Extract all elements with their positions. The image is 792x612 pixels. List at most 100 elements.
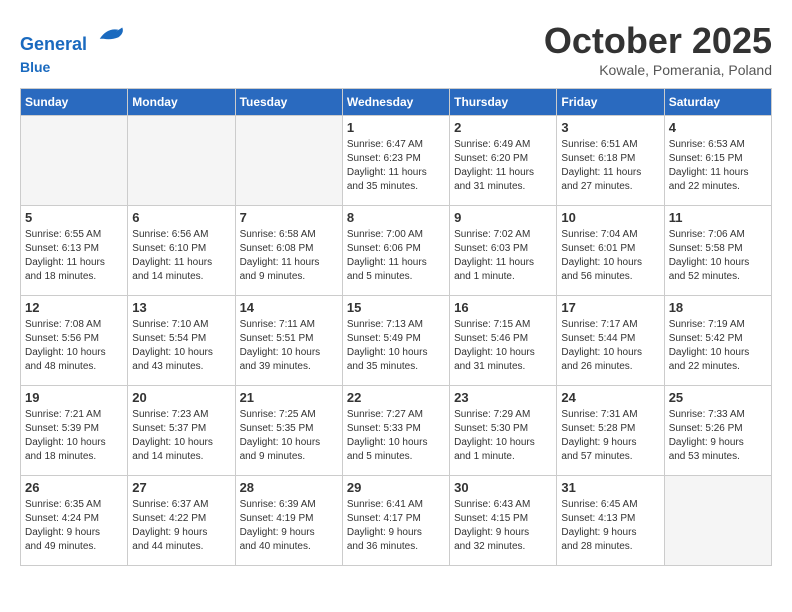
calendar-body: 1 Sunrise: 6:47 AM Sunset: 6:23 PM Daylig…	[21, 116, 772, 566]
day-info: Sunrise: 7:04 AM Sunset: 6:01 PM Dayligh…	[561, 228, 659, 284]
day-number: 30	[454, 480, 552, 495]
day-number: 14	[240, 300, 338, 315]
day-number: 29	[347, 480, 445, 495]
day-info: Sunrise: 6:37 AM Sunset: 4:22 PM Dayligh…	[132, 498, 230, 554]
day-number: 5	[25, 210, 123, 225]
day-number: 9	[454, 210, 552, 225]
day-number: 19	[25, 390, 123, 405]
day-number: 13	[132, 300, 230, 315]
day-info: Sunrise: 7:19 AM Sunset: 5:42 PM Dayligh…	[669, 318, 767, 374]
day-info: Sunrise: 6:39 AM Sunset: 4:19 PM Dayligh…	[240, 498, 338, 554]
day-number: 4	[669, 120, 767, 135]
day-info: Sunrise: 7:33 AM Sunset: 5:26 PM Dayligh…	[669, 408, 767, 464]
day-number: 20	[132, 390, 230, 405]
day-info: Sunrise: 6:53 AM Sunset: 6:15 PM Dayligh…	[669, 138, 767, 194]
day-info: Sunrise: 6:58 AM Sunset: 6:08 PM Dayligh…	[240, 228, 338, 284]
day-number: 22	[347, 390, 445, 405]
day-number: 24	[561, 390, 659, 405]
day-info: Sunrise: 7:25 AM Sunset: 5:35 PM Dayligh…	[240, 408, 338, 464]
day-info: Sunrise: 7:17 AM Sunset: 5:44 PM Dayligh…	[561, 318, 659, 374]
day-info: Sunrise: 6:56 AM Sunset: 6:10 PM Dayligh…	[132, 228, 230, 284]
day-number: 21	[240, 390, 338, 405]
day-cell: 7 Sunrise: 6:58 AM Sunset: 6:08 PM Daylig…	[235, 206, 342, 296]
day-number: 25	[669, 390, 767, 405]
day-info: Sunrise: 7:23 AM Sunset: 5:37 PM Dayligh…	[132, 408, 230, 464]
weekday-header-sunday: Sunday	[21, 89, 128, 116]
day-number: 26	[25, 480, 123, 495]
day-number: 23	[454, 390, 552, 405]
day-cell: 31 Sunrise: 6:45 AM Sunset: 4:13 PM Dayli…	[557, 476, 664, 566]
day-number: 3	[561, 120, 659, 135]
day-number: 10	[561, 210, 659, 225]
day-cell: 28 Sunrise: 6:39 AM Sunset: 4:19 PM Dayli…	[235, 476, 342, 566]
day-cell: 16 Sunrise: 7:15 AM Sunset: 5:46 PM Dayli…	[450, 296, 557, 386]
day-cell: 2 Sunrise: 6:49 AM Sunset: 6:20 PM Daylig…	[450, 116, 557, 206]
day-info: Sunrise: 6:51 AM Sunset: 6:18 PM Dayligh…	[561, 138, 659, 194]
day-info: Sunrise: 7:27 AM Sunset: 5:33 PM Dayligh…	[347, 408, 445, 464]
day-cell: 4 Sunrise: 6:53 AM Sunset: 6:15 PM Daylig…	[664, 116, 771, 206]
day-number: 18	[669, 300, 767, 315]
day-number: 16	[454, 300, 552, 315]
day-cell: 23 Sunrise: 7:29 AM Sunset: 5:30 PM Dayli…	[450, 386, 557, 476]
day-cell: 26 Sunrise: 6:35 AM Sunset: 4:24 PM Dayli…	[21, 476, 128, 566]
day-number: 2	[454, 120, 552, 135]
day-info: Sunrise: 7:06 AM Sunset: 5:58 PM Dayligh…	[669, 228, 767, 284]
weekday-header-wednesday: Wednesday	[342, 89, 449, 116]
day-number: 12	[25, 300, 123, 315]
day-number: 17	[561, 300, 659, 315]
day-cell: 6Sunrise: 6:56 AM Sunset: 6:10 PM Daylig…	[128, 206, 235, 296]
day-info: Sunrise: 6:55 AM Sunset: 6:13 PM Dayligh…	[25, 228, 123, 284]
day-cell: 19 Sunrise: 7:21 AM Sunset: 5:39 PM Dayli…	[21, 386, 128, 476]
week-row-2: 5 Sunrise: 6:55 AM Sunset: 6:13 PM Daylig…	[21, 206, 772, 296]
week-row-5: 26 Sunrise: 6:35 AM Sunset: 4:24 PM Dayli…	[21, 476, 772, 566]
day-cell: 20 Sunrise: 7:23 AM Sunset: 5:37 PM Dayli…	[128, 386, 235, 476]
day-number: 1	[347, 120, 445, 135]
day-info: Sunrise: 7:08 AM Sunset: 5:56 PM Dayligh…	[25, 318, 123, 374]
day-number: 15	[347, 300, 445, 315]
day-cell: 17 Sunrise: 7:17 AM Sunset: 5:44 PM Dayli…	[557, 296, 664, 386]
logo-general: General	[20, 34, 87, 54]
day-info: Sunrise: 6:41 AM Sunset: 4:17 PM Dayligh…	[347, 498, 445, 554]
day-cell: 1 Sunrise: 6:47 AM Sunset: 6:23 PM Daylig…	[342, 116, 449, 206]
day-cell: 8Sunrise: 7:00 AM Sunset: 6:06 PM Daylig…	[342, 206, 449, 296]
day-info: Sunrise: 6:49 AM Sunset: 6:20 PM Dayligh…	[454, 138, 552, 194]
day-info: Sunrise: 6:47 AM Sunset: 6:23 PM Dayligh…	[347, 138, 445, 194]
day-cell: 22 Sunrise: 7:27 AM Sunset: 5:33 PM Dayli…	[342, 386, 449, 476]
day-number: 7	[240, 210, 338, 225]
month-title: October 2025	[544, 20, 772, 62]
day-number: 11	[669, 210, 767, 225]
day-info: Sunrise: 7:10 AM Sunset: 5:54 PM Dayligh…	[132, 318, 230, 374]
week-row-4: 19 Sunrise: 7:21 AM Sunset: 5:39 PM Dayli…	[21, 386, 772, 476]
day-info: Sunrise: 7:31 AM Sunset: 5:28 PM Dayligh…	[561, 408, 659, 464]
day-cell: 10 Sunrise: 7:04 AM Sunset: 6:01 PM Dayli…	[557, 206, 664, 296]
day-cell: 27Sunrise: 6:37 AM Sunset: 4:22 PM Dayli…	[128, 476, 235, 566]
location-subtitle: Kowale, Pomerania, Poland	[544, 62, 772, 78]
day-info: Sunrise: 7:15 AM Sunset: 5:46 PM Dayligh…	[454, 318, 552, 374]
day-info: Sunrise: 7:29 AM Sunset: 5:30 PM Dayligh…	[454, 408, 552, 464]
logo-blue: Blue	[20, 59, 50, 75]
day-number: 31	[561, 480, 659, 495]
day-info: Sunrise: 7:21 AM Sunset: 5:39 PM Dayligh…	[25, 408, 123, 464]
day-cell: 5 Sunrise: 6:55 AM Sunset: 6:13 PM Daylig…	[21, 206, 128, 296]
day-cell: 30Sunrise: 6:43 AM Sunset: 4:15 PM Dayli…	[450, 476, 557, 566]
day-info: Sunrise: 7:13 AM Sunset: 5:49 PM Dayligh…	[347, 318, 445, 374]
day-cell: 25 Sunrise: 7:33 AM Sunset: 5:26 PM Dayli…	[664, 386, 771, 476]
calendar-table: SundayMondayTuesdayWednesdayThursdayFrid…	[20, 88, 772, 566]
day-cell	[128, 116, 235, 206]
weekday-header-row: SundayMondayTuesdayWednesdayThursdayFrid…	[21, 89, 772, 116]
logo: General Blue	[20, 20, 126, 77]
day-cell: 29 Sunrise: 6:41 AM Sunset: 4:17 PM Dayli…	[342, 476, 449, 566]
day-cell: 13 Sunrise: 7:10 AM Sunset: 5:54 PM Dayli…	[128, 296, 235, 386]
weekday-header-thursday: Thursday	[450, 89, 557, 116]
week-row-1: 1 Sunrise: 6:47 AM Sunset: 6:23 PM Daylig…	[21, 116, 772, 206]
day-info: Sunrise: 7:02 AM Sunset: 6:03 PM Dayligh…	[454, 228, 552, 284]
day-info: Sunrise: 6:35 AM Sunset: 4:24 PM Dayligh…	[25, 498, 123, 554]
day-info: Sunrise: 6:45 AM Sunset: 4:13 PM Dayligh…	[561, 498, 659, 554]
day-cell: 9 Sunrise: 7:02 AM Sunset: 6:03 PM Daylig…	[450, 206, 557, 296]
weekday-header-tuesday: Tuesday	[235, 89, 342, 116]
day-cell: 14Sunrise: 7:11 AM Sunset: 5:51 PM Dayli…	[235, 296, 342, 386]
day-info: Sunrise: 7:00 AM Sunset: 6:06 PM Dayligh…	[347, 228, 445, 284]
day-cell: 11 Sunrise: 7:06 AM Sunset: 5:58 PM Dayli…	[664, 206, 771, 296]
day-cell: 18 Sunrise: 7:19 AM Sunset: 5:42 PM Dayli…	[664, 296, 771, 386]
day-number: 28	[240, 480, 338, 495]
